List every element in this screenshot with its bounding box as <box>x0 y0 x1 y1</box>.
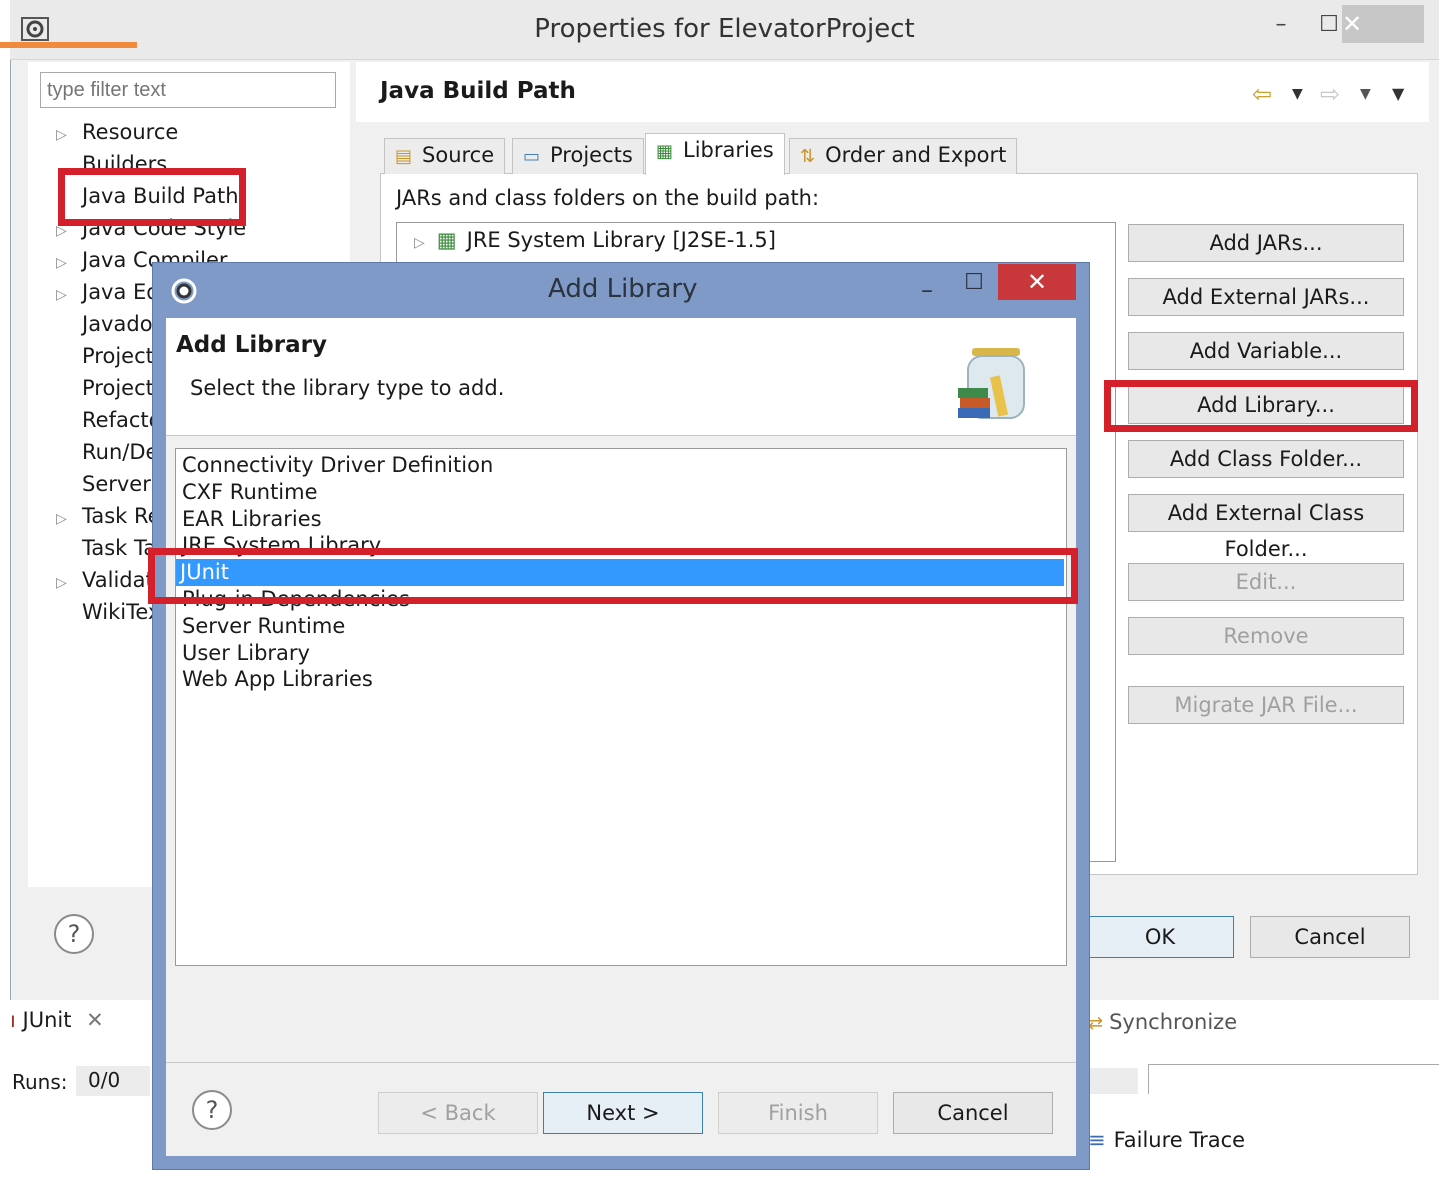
tree-row-jre[interactable]: ▷ ▦ JRE System Library [J2SE-1.5] <box>414 228 776 252</box>
nav-item-label: Resource <box>82 120 179 144</box>
add-library-highlight <box>1104 380 1418 432</box>
ok-button[interactable]: OK <box>1086 916 1234 958</box>
list-icon: ≡ <box>1088 1128 1106 1152</box>
nav-item-label: Validat <box>82 568 154 592</box>
expand-arrow-icon[interactable]: ▷ <box>56 287 82 303</box>
junit-highlight <box>148 548 1078 604</box>
nav-item-label: Server <box>82 472 151 496</box>
expand-arrow-icon[interactable]: ▷ <box>414 235 425 251</box>
filter-input[interactable] <box>40 72 336 108</box>
progress-bar <box>1090 1068 1138 1094</box>
nav-item[interactable]: Run/De <box>56 440 158 464</box>
tab-source[interactable]: ▤ Source <box>384 138 506 174</box>
projects-folder-icon: ▭ <box>523 146 541 167</box>
order-export-icon: ⇅ <box>800 146 816 167</box>
source-folder-icon: ▤ <box>395 146 413 167</box>
properties-title-bar[interactable]: Properties for ElevatorProject <box>10 0 1439 60</box>
library-item[interactable]: EAR Libraries <box>182 506 322 533</box>
window-title: Properties for ElevatorProject <box>534 14 915 44</box>
nav-item[interactable]: Task Ta <box>56 536 156 560</box>
library-item[interactable]: Connectivity Driver Definition <box>182 452 493 479</box>
dialog-heading: Add Library <box>176 332 327 358</box>
tab-projects[interactable]: ▭ Projects <box>512 138 644 174</box>
nav-item-label: Project <box>82 376 154 400</box>
failure-trace-label: ≡ Failure Trace <box>1088 1128 1246 1152</box>
nav-item-label: Javado <box>82 312 153 336</box>
dialog-cancel-button[interactable]: Cancel <box>893 1092 1053 1134</box>
library-icon: ▦ <box>436 228 457 252</box>
view-menu-icon[interactable]: ▼ <box>1392 84 1404 103</box>
build-path-button[interactable]: Remove <box>1128 617 1404 655</box>
nav-item[interactable]: Project <box>56 344 154 368</box>
junit-icon: ı <box>10 1008 16 1032</box>
expand-arrow-icon[interactable]: ▷ <box>56 255 82 271</box>
build-path-button[interactable]: Add External Class Folder... <box>1128 494 1404 561</box>
finish-button[interactable]: Finish <box>718 1092 878 1134</box>
nav-item[interactable]: ▷ Task Re <box>56 504 161 528</box>
nav-item-label: Java Ed <box>82 280 160 304</box>
nav-item-label: Project <box>82 344 154 368</box>
nav-item[interactable]: Javado <box>56 312 153 336</box>
dialog-close-button[interactable]: ✕ <box>998 264 1076 300</box>
page-title: Java Build Path <box>380 78 576 104</box>
build-path-button[interactable]: Migrate JAR File... <box>1128 686 1404 724</box>
next-button[interactable]: Next > <box>543 1092 703 1134</box>
help-icon[interactable]: ? <box>192 1090 232 1130</box>
library-item[interactable]: Web App Libraries <box>182 666 373 693</box>
forward-arrow-icon: ⇨ <box>1320 80 1341 108</box>
nav-item[interactable]: ▷ Java Ed <box>56 280 160 304</box>
build-path-label: JARs and class folders on the build path… <box>396 186 820 210</box>
library-jar-icon <box>958 348 1025 419</box>
library-item[interactable]: Server Runtime <box>182 613 345 640</box>
dialog-title: Add Library <box>548 274 698 304</box>
tab-order-export[interactable]: ⇅ Order and Export <box>789 138 1018 174</box>
libraries-icon: ▦ <box>656 141 674 162</box>
nav-item[interactable]: ▷ Resource <box>56 120 178 144</box>
close-button[interactable]: ✕ <box>1342 5 1424 43</box>
build-path-button[interactable]: Add JARs... <box>1128 224 1404 262</box>
eclipse-gear-icon <box>171 278 197 304</box>
library-item[interactable]: CXF Runtime <box>182 479 318 506</box>
nav-item[interactable]: Project <box>56 376 154 400</box>
forward-dropdown-icon: ▼ <box>1360 86 1371 102</box>
junit-view-tab[interactable]: ı JUnit ✕ <box>10 1008 104 1032</box>
nav-item-label: Run/De <box>82 440 159 464</box>
cancel-button[interactable]: Cancel <box>1250 916 1410 958</box>
maximize-button[interactable]: ☐ <box>1314 8 1344 42</box>
expand-arrow-icon[interactable]: ▷ <box>56 511 82 527</box>
build-path-button[interactable]: Add External JARs... <box>1128 278 1404 316</box>
nav-item-label: Task Ta <box>82 536 157 560</box>
nav-item[interactable]: Refacto <box>56 408 161 432</box>
help-icon[interactable]: ? <box>54 914 94 954</box>
back-dropdown-icon[interactable]: ▼ <box>1292 86 1303 102</box>
nav-item[interactable]: WikiTex <box>56 600 160 624</box>
runs-value: 0/0 <box>76 1066 150 1096</box>
nav-item-label: Task Re <box>82 504 161 528</box>
expand-arrow-icon[interactable]: ▷ <box>56 575 82 591</box>
synchronize-icon: ⇄ <box>1088 1013 1104 1034</box>
dialog-maximize-button[interactable]: ☐ <box>958 270 990 295</box>
build-path-button[interactable]: Add Variable... <box>1128 332 1404 370</box>
expand-arrow-icon[interactable]: ▷ <box>56 127 82 143</box>
nav-item[interactable]: ▷ Validat <box>56 568 154 592</box>
library-item[interactable]: User Library <box>182 640 310 667</box>
nav-item-label: Refacto <box>82 408 162 432</box>
synchronize-tab[interactable]: ⇄ Synchronize <box>1088 1010 1237 1034</box>
runs-label: Runs: <box>12 1070 68 1094</box>
minimize-button[interactable]: – <box>1266 8 1296 42</box>
back-arrow-icon[interactable]: ⇦ <box>1252 80 1272 108</box>
tab-libraries[interactable]: ▦ Libraries <box>645 133 785 175</box>
eclipse-gear-icon <box>21 17 49 41</box>
build-path-button[interactable]: Add Class Folder... <box>1128 440 1404 478</box>
dialog-description: Select the library type to add. <box>190 376 505 400</box>
trace-panel-border <box>1148 1064 1439 1094</box>
back-button[interactable]: < Back <box>378 1092 538 1134</box>
java-build-path-highlight <box>58 168 246 226</box>
close-tab-icon[interactable]: ✕ <box>86 1008 104 1032</box>
dialog-minimize-button[interactable]: – <box>912 276 942 304</box>
nav-item[interactable]: Server <box>56 472 151 496</box>
dialog-separator <box>166 1062 1076 1063</box>
build-path-button[interactable]: Edit... <box>1128 563 1404 601</box>
